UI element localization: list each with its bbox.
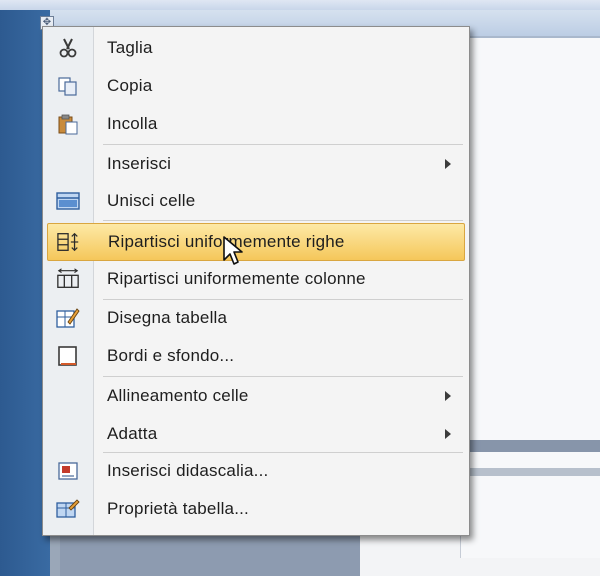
menu-item-label: Bordi e sfondo... (107, 346, 235, 365)
insert-caption-icon (56, 460, 80, 482)
menu-item-allineamento-celle[interactable]: Allineamento celle (43, 378, 469, 414)
submenu-arrow-icon (445, 429, 451, 439)
table-border (460, 468, 600, 476)
distribute-columns-icon (56, 268, 80, 290)
menu-item-copia[interactable]: Copia (43, 68, 469, 104)
submenu-arrow-icon (445, 159, 451, 169)
menu-item-label: Inserisci didascalia... (107, 461, 269, 480)
scissors-icon (56, 37, 80, 59)
table-properties-icon (56, 498, 80, 520)
menu-item-label: Incolla (107, 114, 158, 133)
menu-item-ripartisci-colonne[interactable]: Ripartisci uniformemente colonne (43, 261, 469, 297)
menu-separator (103, 376, 463, 377)
context-menu: Taglia Copia Incolla Inserisci Unisci ce… (42, 26, 470, 536)
paste-icon (56, 113, 80, 135)
menu-item-label: Ripartisci uniformemente colonne (107, 269, 366, 288)
menu-item-proprieta-tabella[interactable]: Proprietà tabella... (43, 491, 469, 527)
distribute-rows-icon (57, 231, 81, 253)
menu-separator (103, 220, 463, 221)
copy-icon (56, 75, 80, 97)
menu-item-label: Unisci celle (107, 191, 196, 210)
title-bar (0, 0, 600, 10)
menu-item-disegna-tabella[interactable]: Disegna tabella (43, 300, 469, 336)
menu-item-inserisci[interactable]: Inserisci (43, 146, 469, 182)
menu-separator (103, 144, 463, 145)
borders-shading-icon (56, 345, 80, 367)
menu-item-unisci-celle[interactable]: Unisci celle (43, 183, 469, 219)
mouse-cursor-icon (223, 236, 243, 265)
menu-item-label: Allineamento celle (107, 386, 249, 405)
submenu-arrow-icon (445, 391, 451, 401)
menu-item-taglia[interactable]: Taglia (43, 30, 469, 66)
menu-item-bordi-sfondo[interactable]: Bordi e sfondo... (43, 338, 469, 374)
menu-item-incolla[interactable]: Incolla (43, 106, 469, 142)
menu-item-adatta[interactable]: Adatta (43, 416, 469, 452)
menu-item-ripartisci-righe[interactable]: Ripartisci uniformemente righe (47, 223, 465, 261)
menu-item-label: Copia (107, 76, 153, 95)
menu-item-label: Adatta (107, 424, 158, 443)
menu-item-label: Taglia (107, 38, 153, 57)
menu-item-label: Inserisci (107, 154, 172, 173)
document-bottom (60, 532, 360, 576)
menu-item-inserisci-didascalia[interactable]: Inserisci didascalia... (43, 453, 469, 489)
menu-item-label: Disegna tabella (107, 308, 228, 327)
merge-cells-icon (56, 190, 80, 212)
draw-table-icon (56, 307, 80, 329)
menu-item-label: Proprietà tabella... (107, 499, 249, 518)
table-border (460, 440, 600, 452)
table-area[interactable] (460, 38, 600, 558)
